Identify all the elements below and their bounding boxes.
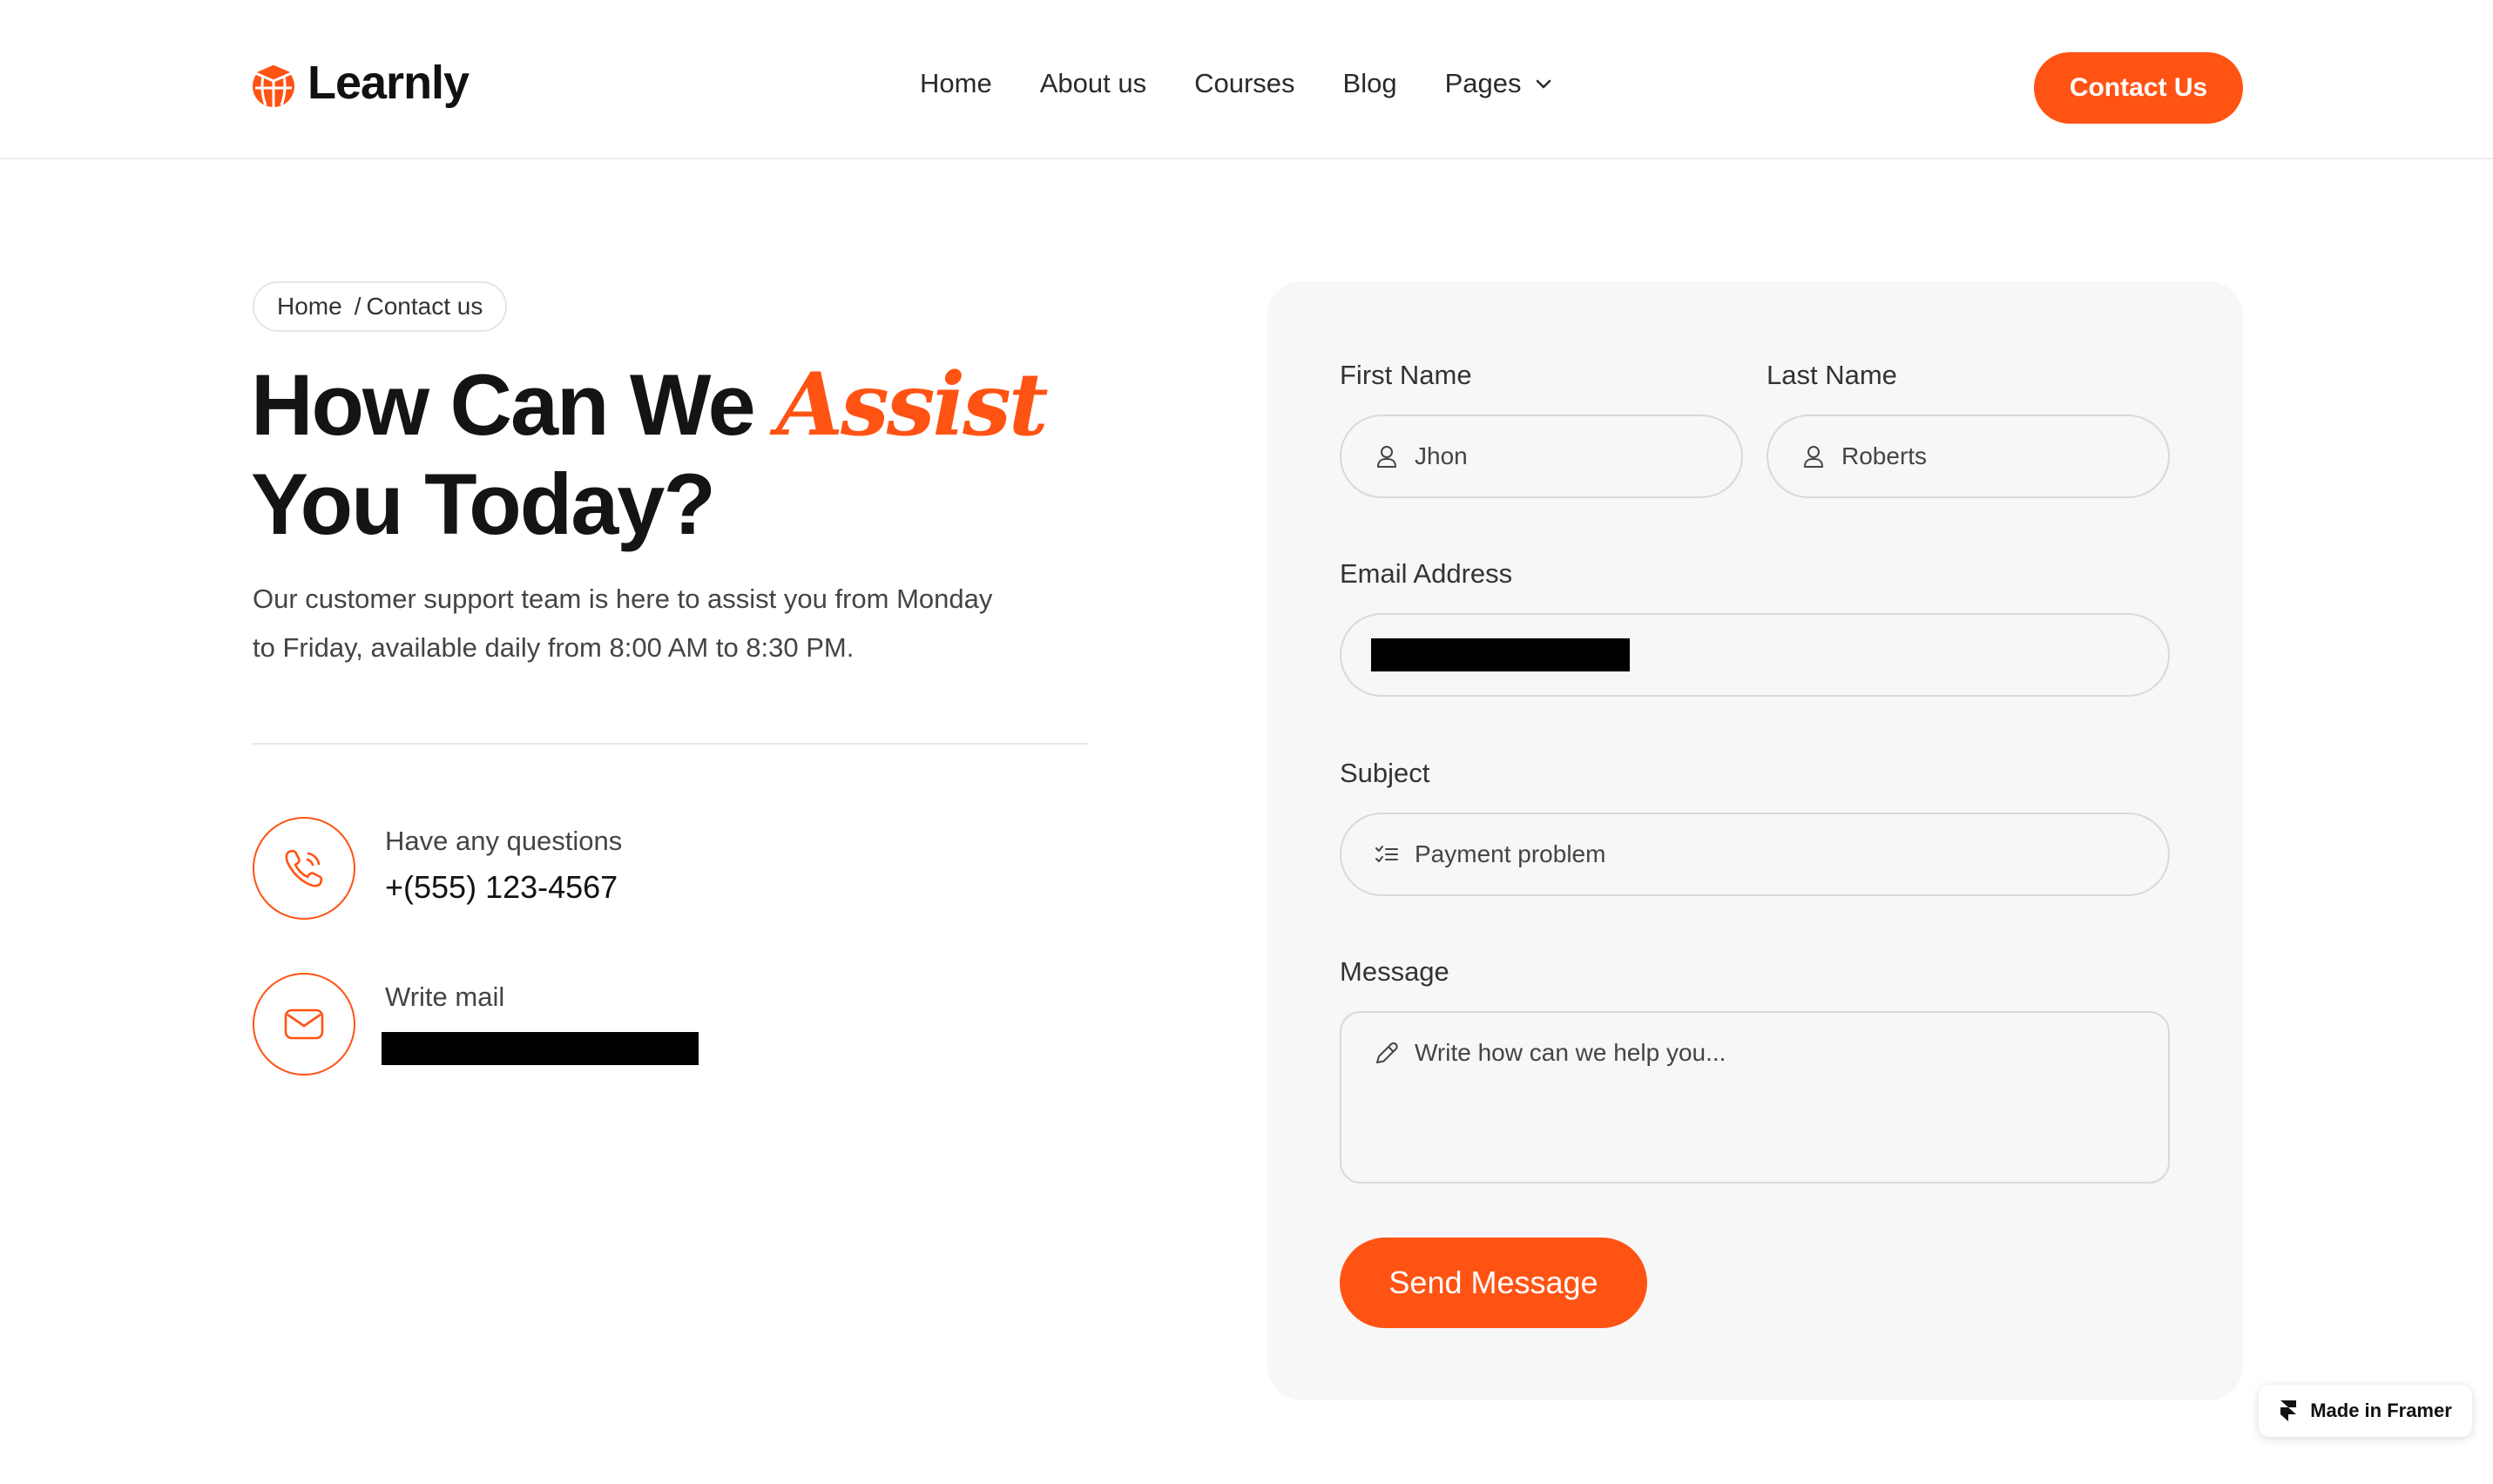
last-name-field[interactable]: Roberts (1767, 415, 2170, 498)
message-textarea[interactable]: Write how can we help you... (1340, 1011, 2170, 1184)
email-field[interactable] (1340, 613, 2170, 697)
last-name-value: Roberts (1841, 442, 1928, 469)
contact-mail: Write mail (253, 973, 699, 1076)
nav-item-blog[interactable]: Blog (1343, 68, 1397, 99)
user-icon (1804, 446, 1823, 468)
nav-label: About us (1039, 68, 1147, 98)
framer-badge[interactable]: Made in Framer (2259, 1385, 2472, 1437)
nav-label: Blog (1342, 68, 1397, 98)
hero-description: Our customer support team is here to ass… (253, 583, 993, 663)
phone-text: Have any questions +(555) 123-4567 (385, 817, 622, 906)
mail-text: Write mail (382, 973, 699, 1065)
user-icon (1377, 446, 1396, 468)
nav-label: Pages (1444, 68, 1522, 98)
title-accent: Assist (776, 354, 1048, 455)
subject-label: Subject (1340, 758, 1430, 788)
contact-us-button[interactable]: Contact Us (2034, 52, 2243, 124)
subject-value: Payment problem (1415, 840, 1606, 867)
message-placeholder: Write how can we help you... (1415, 1039, 1726, 1066)
redacted-email[interactable] (382, 1032, 699, 1065)
nav-item-about[interactable]: About us (1040, 68, 1146, 99)
divider (253, 743, 1089, 745)
mail-label: Write mail (385, 981, 505, 1012)
logo-icon (250, 62, 297, 107)
first-name-value: Jhon (1415, 442, 1468, 469)
mail-icon-circle (253, 973, 355, 1076)
nav-label: Home (920, 68, 992, 98)
mail-icon (284, 1008, 324, 1040)
logo[interactable]: Learnly (250, 56, 470, 110)
nav-item-courses[interactable]: Courses (1194, 68, 1294, 99)
last-name-label: Last Name (1767, 360, 1897, 390)
email-label: Email Address (1340, 558, 1513, 589)
breadcrumb-separator: / (354, 293, 361, 320)
list-icon (1375, 846, 1398, 862)
first-name-field[interactable]: Jhon (1340, 415, 1743, 498)
redacted-email-value (1371, 638, 1630, 671)
first-name-label: First Name (1340, 360, 1472, 390)
logo-text: Learnly (307, 57, 470, 109)
phone-icon-circle (253, 817, 355, 920)
phone-label: Have any questions (385, 826, 623, 856)
title-part2: You Today? (251, 455, 716, 552)
framer-icon (2280, 1400, 2297, 1421)
phone-number[interactable]: +(555) 123-4567 (385, 869, 622, 906)
nav-label: Courses (1194, 68, 1295, 98)
breadcrumb-current: Contact us (366, 293, 483, 320)
pencil-icon (1376, 1042, 1398, 1063)
chevron-down-icon (1537, 79, 1551, 89)
breadcrumb: Home / Contact us (253, 281, 508, 332)
contact-phone: Have any questions +(555) 123-4567 (253, 817, 622, 920)
message-label: Message (1340, 956, 1449, 987)
site-header: Learnly Home About us Courses Blog Pages… (0, 0, 2493, 159)
breadcrumb-home[interactable]: Home (277, 293, 342, 320)
phone-icon (285, 849, 323, 887)
framer-label: Made in Framer (2310, 1400, 2452, 1421)
send-message-button[interactable]: Send Message (1340, 1238, 1647, 1328)
subject-field[interactable]: Payment problem (1340, 813, 2170, 896)
nav-item-pages[interactable]: Pages (1445, 68, 1555, 99)
nav-item-home[interactable]: Home (920, 68, 992, 99)
title-part1: How Can We (251, 356, 756, 453)
main-nav: Home About us Courses Blog Pages (920, 68, 1554, 99)
page-title: How Can We Assist You Today? (251, 354, 1049, 553)
